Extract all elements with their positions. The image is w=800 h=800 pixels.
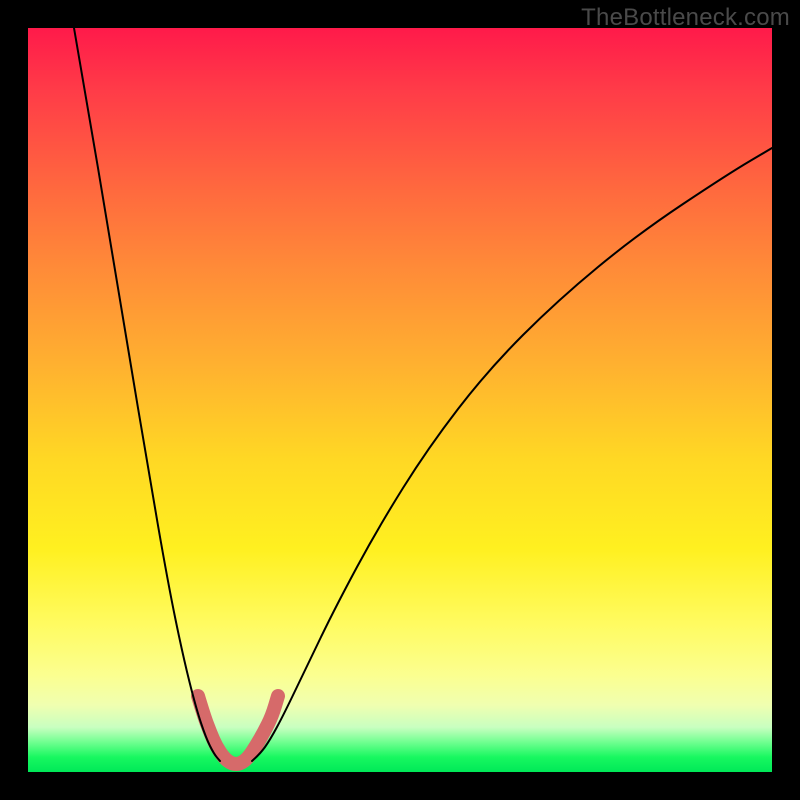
curve-left-branch: [74, 28, 220, 761]
chart-svg: [28, 28, 772, 772]
curve-right-branch: [252, 148, 772, 761]
chart-plot-area: [28, 28, 772, 772]
valley-highlight-band: [198, 696, 278, 764]
watermark-text: TheBottleneck.com: [581, 4, 790, 32]
